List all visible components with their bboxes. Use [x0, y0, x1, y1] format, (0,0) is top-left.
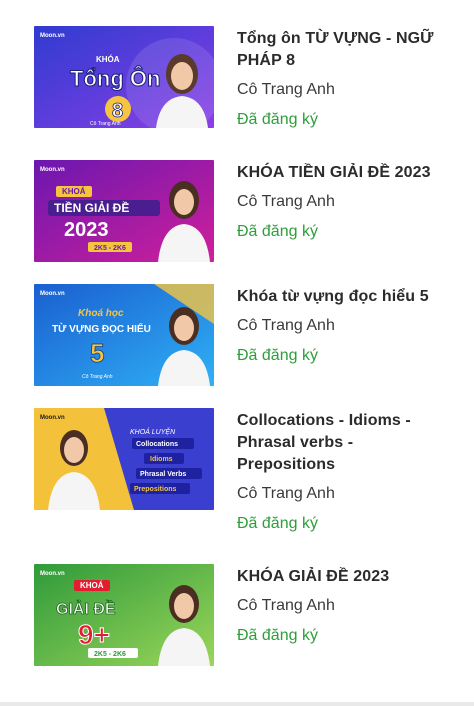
svg-text:TỪ VỰNG ĐỌC HIỂU: TỪ VỰNG ĐỌC HIỂU	[52, 322, 151, 335]
svg-text:2023: 2023	[64, 219, 109, 241]
thumbnail-image-tien-giai-de-2023: Moon.vn KHOÁ TIỀN GIẢI ĐỀ 2023 2K5 - 2K6	[34, 160, 214, 262]
course-thumbnail[interactable]: Moon.vn Khoá học TỪ VỰNG ĐỌC HIỂU 5 Cô T…	[34, 284, 214, 386]
svg-text:Cô Trang Anh: Cô Trang Anh	[90, 121, 121, 127]
svg-text:5: 5	[90, 338, 104, 368]
course-title[interactable]: Khóa từ vựng đọc hiểu 5	[237, 286, 449, 308]
enrolled-status[interactable]: Đã đăng ký	[237, 110, 318, 130]
thumbnail-image-tong-on-8: Moon.vn KHÓA Tổng Ôn 8 Cô Trang Anh	[34, 26, 214, 128]
course-thumbnail[interactable]: Moon.vn KHÓA Tổng Ôn 8 Cô Trang Anh	[34, 26, 214, 128]
course-thumbnail[interactable]: Moon.vn KHOÁ TIỀN GIẢI ĐỀ 2023 2K5 - 2K6	[34, 160, 214, 262]
course-item[interactable]: Moon.vn KHOÁ TIỀN GIẢI ĐỀ 2023 2K5 - 2K6…	[0, 160, 474, 262]
svg-text:2K5 - 2K6: 2K5 - 2K6	[94, 651, 126, 658]
svg-text:Collocations: Collocations	[136, 441, 178, 448]
course-item[interactable]: Moon.vn KHOÁ LUYỆN Collocations Idioms P…	[0, 408, 474, 532]
enrolled-status[interactable]: Đã đăng ký	[237, 514, 318, 534]
svg-text:Moon.vn: Moon.vn	[40, 167, 65, 173]
course-item[interactable]: Moon.vn KHOÁ GIẢI ĐỀ 9+ 2K5 - 2K6 KHÓA G…	[0, 564, 474, 666]
svg-text:Moon.vn: Moon.vn	[40, 291, 65, 297]
course-title[interactable]: KHÓA GIẢI ĐỀ 2023	[237, 566, 449, 588]
svg-text:Prepositions: Prepositions	[134, 486, 177, 493]
svg-text:9+: 9+	[78, 619, 110, 650]
thumbnail-image-tu-vung-doc-hieu-5: Moon.vn Khoá học TỪ VỰNG ĐỌC HIỂU 5 Cô T…	[34, 284, 214, 386]
enrolled-status[interactable]: Đã đăng ký	[237, 222, 318, 242]
course-teacher: Cô Trang Anh	[237, 317, 335, 334]
svg-text:Tổng Ôn: Tổng Ôn	[70, 66, 160, 91]
svg-text:TIỀN GIẢI ĐỀ: TIỀN GIẢI ĐỀ	[54, 200, 129, 215]
thumbnail-image-giai-de-9: Moon.vn KHOÁ GIẢI ĐỀ 9+ 2K5 - 2K6	[34, 564, 214, 666]
course-thumbnail[interactable]: Moon.vn KHOÁ GIẢI ĐỀ 9+ 2K5 - 2K6	[34, 564, 214, 666]
course-title[interactable]: KHÓA TIỀN GIẢI ĐỀ 2023	[237, 162, 449, 184]
course-teacher: Cô Trang Anh	[237, 597, 335, 614]
svg-text:Moon.vn: Moon.vn	[40, 33, 65, 39]
course-teacher: Cô Trang Anh	[237, 81, 335, 98]
course-item[interactable]: Moon.vn KHÓA Tổng Ôn 8 Cô Trang Anh Tổng…	[0, 26, 474, 128]
svg-text:Moon.vn: Moon.vn	[40, 415, 65, 421]
svg-text:2K5 - 2K6: 2K5 - 2K6	[94, 245, 126, 252]
svg-text:GIẢI ĐỀ: GIẢI ĐỀ	[56, 599, 116, 618]
svg-text:8: 8	[112, 100, 123, 122]
enrolled-status[interactable]: Đã đăng ký	[237, 346, 318, 366]
svg-text:KHÓA: KHÓA	[96, 55, 120, 64]
svg-text:KHOÁ: KHOÁ	[62, 187, 86, 196]
course-title[interactable]: Collocations - Idioms - Phrasal verbs - …	[237, 410, 449, 476]
course-thumbnail[interactable]: Moon.vn KHOÁ LUYỆN Collocations Idioms P…	[34, 408, 214, 510]
svg-text:Phrasal Verbs: Phrasal Verbs	[140, 471, 186, 478]
svg-text:Idioms: Idioms	[150, 456, 173, 463]
course-title[interactable]: Tổng ôn TỪ VỰNG - NGỮ PHÁP 8	[237, 28, 449, 72]
svg-text:Moon.vn: Moon.vn	[40, 571, 65, 577]
svg-text:Khoá học: Khoá học	[78, 308, 124, 319]
course-teacher: Cô Trang Anh	[237, 485, 335, 502]
svg-text:KHOÁ: KHOÁ	[80, 581, 104, 590]
course-item[interactable]: Moon.vn Khoá học TỪ VỰNG ĐỌC HIỂU 5 Cô T…	[0, 284, 474, 386]
thumbnail-image-collocations-idioms: Moon.vn KHOÁ LUYỆN Collocations Idioms P…	[34, 408, 214, 510]
course-teacher: Cô Trang Anh	[237, 193, 335, 210]
bottom-divider	[0, 702, 474, 706]
svg-text:Cô Trang Anh: Cô Trang Anh	[82, 374, 113, 380]
svg-text:KHOÁ LUYỆN: KHOÁ LUYỆN	[130, 427, 176, 436]
enrolled-status[interactable]: Đã đăng ký	[237, 626, 318, 646]
